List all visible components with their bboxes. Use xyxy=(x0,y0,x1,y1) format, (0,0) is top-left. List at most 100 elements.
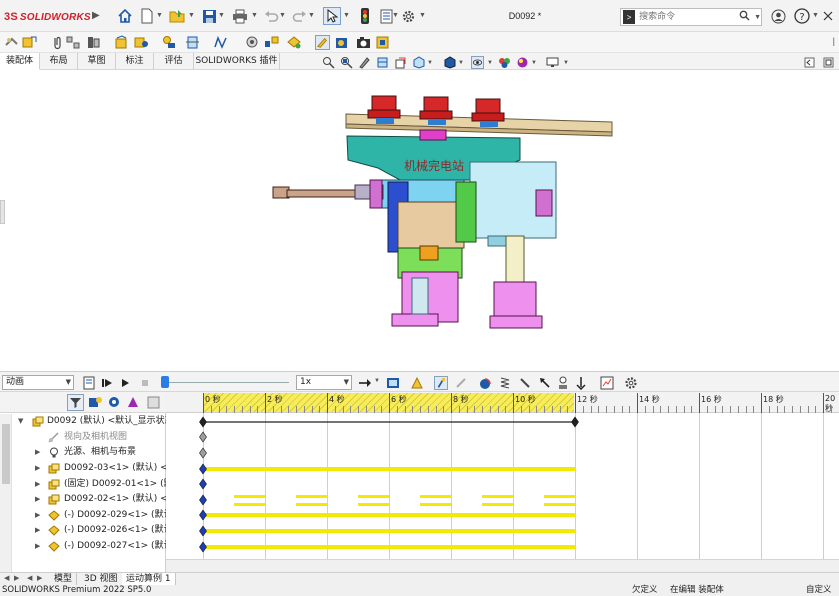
save-dropdown-icon[interactable]: ▼ xyxy=(218,12,225,19)
hide-show-items-icon[interactable] xyxy=(471,56,484,69)
open-folder-icon[interactable] xyxy=(168,7,186,25)
dynamic-annotation-icon[interactable] xyxy=(394,56,407,69)
expand-icon[interactable]: ▶ xyxy=(35,508,40,523)
print-dropdown-icon[interactable]: ▼ xyxy=(251,12,258,19)
display-style-dropdown-icon[interactable]: ▼ xyxy=(458,60,464,66)
study-type-select[interactable]: 动画 ▼ xyxy=(2,375,74,390)
key-point-start[interactable] xyxy=(199,416,207,428)
component-key-point[interactable] xyxy=(199,541,207,553)
open-dropdown-icon[interactable]: ▼ xyxy=(188,12,195,19)
status-units-custom[interactable]: 自定义 xyxy=(806,585,832,596)
view-orientation-icon[interactable] xyxy=(412,56,425,69)
timeline-horizontal-scrollbar[interactable] xyxy=(166,559,839,572)
hide-show-dropdown-icon[interactable]: ▼ xyxy=(487,60,493,66)
key-point-lights[interactable] xyxy=(199,447,207,459)
zoom-to-area-icon[interactable] xyxy=(340,56,353,69)
expand-icon[interactable]: ▶ xyxy=(35,492,40,507)
restore-pane-icon[interactable] xyxy=(803,56,816,69)
expand-icon[interactable]: ▶ xyxy=(35,539,40,554)
filter-driving-icon[interactable] xyxy=(107,395,122,410)
paperclip-icon[interactable] xyxy=(50,35,65,50)
view-settings-dropdown-icon[interactable]: ▼ xyxy=(563,60,569,66)
take-snapshot-icon[interactable] xyxy=(335,35,350,50)
tab-first-icon[interactable]: ◀ xyxy=(27,574,32,582)
assembly-model[interactable]: 机械完电站 xyxy=(0,70,839,370)
play-from-start-icon[interactable] xyxy=(100,376,114,390)
options-gear-icon[interactable] xyxy=(399,7,417,25)
tree-root-assembly[interactable]: ▼ D0092 (默认) <默认_显示状态 xyxy=(0,414,166,429)
apply-scene-dropdown-icon[interactable]: ▼ xyxy=(531,60,537,66)
move-component-icon[interactable] xyxy=(114,35,129,50)
key-point-view[interactable] xyxy=(199,431,207,443)
close-window-icon[interactable] xyxy=(820,7,836,25)
playback-speed-select[interactable]: 1x ▼ xyxy=(296,375,352,390)
tab-evaluate[interactable]: 评估 xyxy=(154,53,194,70)
smart-fasteners-icon[interactable] xyxy=(86,35,101,50)
redo-dropdown-icon[interactable]: ▼ xyxy=(308,12,315,19)
help-dropdown-icon[interactable]: ▼ xyxy=(812,12,819,19)
tree-item-view-orientation[interactable]: 视向及相机视图 xyxy=(0,430,166,445)
expand-icon[interactable]: ▶ xyxy=(35,445,40,460)
options-dropdown-icon[interactable]: ▼ xyxy=(419,12,426,19)
animation-wizard-icon[interactable] xyxy=(410,376,424,390)
apply-scene-icon[interactable] xyxy=(516,56,529,69)
select-cursor-icon[interactable] xyxy=(323,7,341,25)
tree-item-component[interactable]: ▶ D0092-02<1> (默认) <默认 xyxy=(0,492,166,507)
tab-layout[interactable]: 布局 xyxy=(40,53,78,70)
tab-last-icon[interactable]: ▶ xyxy=(37,574,42,582)
rebuild-traffic-light-icon[interactable] xyxy=(356,7,374,25)
select-dropdown-icon[interactable]: ▼ xyxy=(343,12,350,19)
search-dropdown-icon[interactable]: ▼ xyxy=(754,14,761,21)
insert-component-icon[interactable] xyxy=(4,35,19,50)
menu-expand-icon[interactable]: ▶ xyxy=(92,10,100,21)
motion-study-properties-icon[interactable] xyxy=(624,376,638,390)
tab-scroll-right-icon[interactable]: ▶ xyxy=(14,574,19,582)
undo-icon[interactable] xyxy=(262,7,280,25)
tab-scroll-left-icon[interactable]: ◀ xyxy=(4,574,9,582)
contact-icon[interactable] xyxy=(556,376,570,390)
print-icon[interactable] xyxy=(231,7,249,25)
camera-icon[interactable] xyxy=(356,35,371,50)
tree-item-lights-cameras[interactable]: ▶ 光源、相机与布景 xyxy=(0,445,166,460)
save-animation-icon[interactable] xyxy=(386,376,400,390)
tree-item-component[interactable]: ▶ D0092-03<1> (默认) <默认 xyxy=(0,461,166,476)
key-point-end[interactable] xyxy=(571,416,579,428)
tab-solidworks-addins[interactable]: SOLIDWORKS 插件 xyxy=(194,53,280,70)
show-hidden-components-icon[interactable] xyxy=(134,35,149,50)
instant-3d-icon[interactable] xyxy=(287,35,302,50)
autokey-icon[interactable] xyxy=(434,376,448,390)
search-input[interactable] xyxy=(639,10,736,24)
filter-selected-icon[interactable] xyxy=(126,395,141,410)
damper-icon[interactable] xyxy=(518,376,532,390)
redo-icon[interactable] xyxy=(290,7,308,25)
mate-icon[interactable] xyxy=(22,35,37,50)
view-orientation-dropdown-icon[interactable]: ▼ xyxy=(427,60,433,66)
expand-icon[interactable]: ▶ xyxy=(35,523,40,538)
force-icon[interactable] xyxy=(538,376,552,390)
component-key-point[interactable] xyxy=(199,494,207,506)
playback-mode-dropdown-icon[interactable]: ▼ xyxy=(374,378,380,384)
save-icon[interactable] xyxy=(200,7,218,25)
tree-item-component[interactable]: ▶ (-) D0092-029<1> (默认) xyxy=(0,508,166,523)
results-and-plots-icon[interactable] xyxy=(600,376,614,390)
new-dropdown-icon[interactable]: ▼ xyxy=(156,12,163,19)
tab-sketch[interactable]: 草图 xyxy=(78,53,116,70)
large-assembly-mode-icon[interactable] xyxy=(375,35,390,50)
filter-animated-icon[interactable] xyxy=(88,395,103,410)
playback-slider-thumb[interactable] xyxy=(161,376,169,388)
filter-icon[interactable] xyxy=(67,394,84,411)
reference-geometry-icon[interactable] xyxy=(185,35,200,50)
tree-item-component[interactable]: ▶ (固定) D0092-01<1> (默认) xyxy=(0,477,166,492)
section-view-icon[interactable] xyxy=(376,56,389,69)
tab-assembly[interactable]: 装配体 xyxy=(0,53,40,70)
maximize-pane-icon[interactable] xyxy=(822,56,835,69)
properties-dropdown-icon[interactable]: ▼ xyxy=(392,12,399,19)
playback-mode-icon[interactable] xyxy=(358,376,372,390)
component-key-point[interactable] xyxy=(199,509,207,521)
expand-icon[interactable]: ▶ xyxy=(35,477,40,492)
zoom-to-fit-icon[interactable] xyxy=(322,56,335,69)
toolbar-scroll-icon[interactable]: | xyxy=(833,36,835,46)
motor-icon[interactable] xyxy=(478,376,492,390)
search-icon[interactable] xyxy=(739,10,750,24)
display-style-icon[interactable] xyxy=(443,56,456,69)
